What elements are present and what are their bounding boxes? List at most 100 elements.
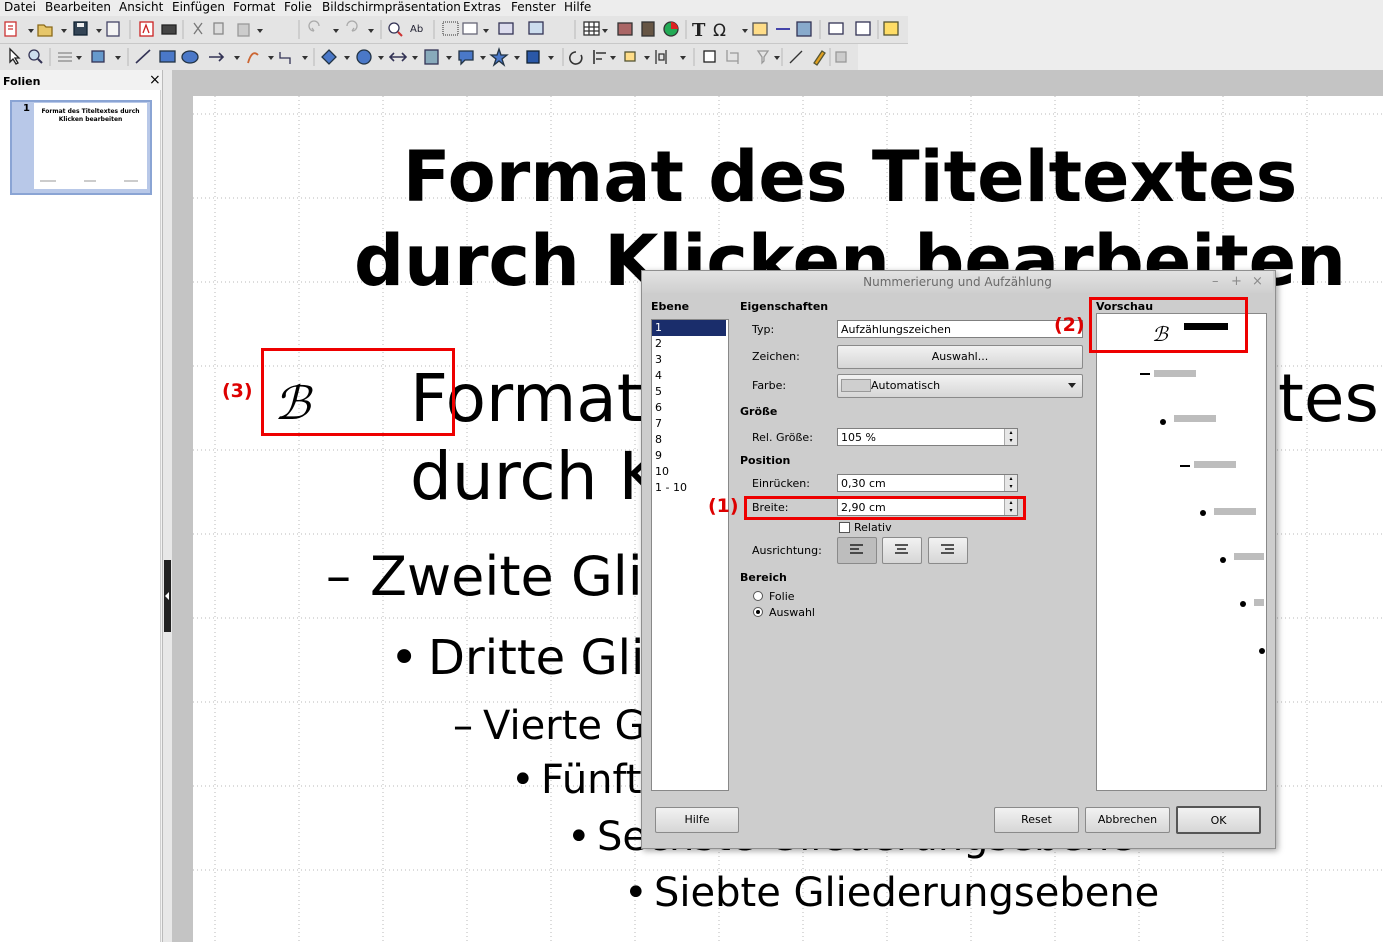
outline-level5[interactable]: Fünft [541,757,642,803]
outline-level2-bullet: – [326,547,351,605]
level-item[interactable]: 8 [652,432,726,448]
arrange-icon [624,51,636,62]
rotate-icon [569,51,583,65]
glue-points-icon [813,50,826,66]
rel-size-input[interactable]: 105 % [837,428,1018,446]
undo-icon [308,20,320,32]
outline-level5-bullet: • [511,757,535,803]
slides-thumbnail-list[interactable] [0,90,161,942]
rel-size-spinner[interactable]: ▴ ▾ [1004,429,1017,445]
extrusion-icon [835,51,847,63]
relative-checkbox[interactable] [839,522,850,533]
menu-fenster[interactable]: Fenster [511,0,556,15]
menu-ansicht[interactable]: Ansicht [119,0,163,15]
levels-header: Ebene [651,300,690,313]
range-slide-label: Folie [769,590,795,603]
filter-icon [756,50,770,65]
special-character-icon: Ω [713,21,726,41]
help-button[interactable]: Hilfe [655,807,739,833]
points-icon [789,50,803,64]
outline-level1-line1-end[interactable]: tes [1278,360,1379,437]
slides-pane-title: Folien [3,75,41,88]
menu-extras[interactable]: Extras [463,0,501,15]
presentation-icon [528,21,544,35]
drawing-toolbar-icons [9,46,847,67]
menu-folie[interactable]: Folie [284,0,312,15]
align-right-icon [941,544,954,554]
outline-level3-bullet: • [390,630,419,686]
level-item[interactable]: 4 [652,368,726,384]
new-slide-icon [828,22,844,35]
text-box-icon [752,22,768,36]
level-item[interactable]: 5 [652,384,726,400]
align-center-icon [895,544,908,554]
level-item[interactable]: 9 [652,448,726,464]
char-label: Zeichen: [752,350,800,363]
menu-format[interactable]: Format [233,0,275,15]
movie-icon [641,21,655,37]
connector-icon [279,52,291,64]
maximize-icon[interactable]: + [1231,274,1242,289]
properties-header: Eigenschaften [740,300,829,313]
slide-icon [498,22,514,35]
copy-icon [213,22,224,35]
outline-level2[interactable]: Zweite Gli [370,545,643,608]
collapse-arrow-icon [165,592,169,600]
redo-icon [346,20,358,32]
slide-thumbnail-number: 1 [23,103,30,114]
align-icon [593,50,606,64]
level-item[interactable]: 6 [652,400,726,416]
export-pdf-icon [139,21,154,37]
highlight-preview [1089,297,1248,353]
dialog-title: Nummerierung und Aufzählung [863,275,1052,289]
menu-einfuegen[interactable]: Einfügen [172,0,225,15]
level-item[interactable]: 1 - 10 [652,480,726,496]
relative-label: Relativ [854,521,892,534]
color-value: Automatisch [871,379,941,392]
select-char-button[interactable]: Auswahl... [837,345,1083,369]
slides-pane-close-icon[interactable]: × [149,72,161,88]
shadow-icon [703,50,716,63]
select-icon [9,47,21,65]
range-slide-radio[interactable] [753,591,763,601]
level-item[interactable]: 1 [652,320,726,336]
level-item[interactable]: 3 [652,352,726,368]
basic-shapes-icon [321,49,337,65]
menu-bearbeiten[interactable]: Bearbeiten [45,0,111,15]
distribute-icon [655,50,667,64]
indent-spinner[interactable]: ▴ ▾ [1004,475,1017,491]
reset-button[interactable]: Reset [994,807,1079,833]
type-label: Typ: [752,323,775,336]
fontwork-icon: T [692,20,706,41]
slide-thumbnail-footer [40,180,138,182]
arrow-icon [209,52,225,62]
menu-bildschirmpraesentation[interactable]: Bildschirmpräsentation [322,0,461,15]
outline-level6-bullet: • [567,814,591,860]
rectangle-icon [159,50,176,63]
level-item[interactable]: 7 [652,416,726,432]
outline-level7[interactable]: Siebte Gliederungsebene [654,870,1159,916]
menu-hilfe[interactable]: Hilfe [564,0,591,15]
outline-level3[interactable]: Dritte Glie [428,630,674,686]
outline-level7-bullet: • [624,870,648,916]
level-item[interactable]: 2 [652,336,726,352]
close-icon[interactable]: × [1252,274,1263,289]
ok-button[interactable]: OK [1176,806,1261,834]
menu-datei[interactable]: Datei [4,0,36,15]
type-select[interactable]: Aufzählungszeichen [837,320,1083,338]
block-arrows-icon [388,52,408,62]
indent-input[interactable]: 0,30 cm [837,474,1018,492]
standard-toolbar: Ab T Ω [0,16,908,44]
gallery-icon [796,21,812,37]
indent-label: Einrücken: [752,477,810,490]
3d-objects-icon [526,50,540,64]
range-selection-radio[interactable] [753,607,763,617]
cancel-button[interactable]: Abbrechen [1085,807,1170,833]
outline-level1-line2[interactable]: durch K [410,438,662,515]
slide-thumbnail-title: Format des Titeltextes durch Klicken bea… [41,108,140,123]
cut-icon [193,22,203,35]
level-item[interactable]: 10 [652,464,726,480]
minimize-icon[interactable]: – [1212,274,1219,289]
drawing-toolbar [0,44,858,71]
outline-level4[interactable]: Vierte G [483,703,646,749]
